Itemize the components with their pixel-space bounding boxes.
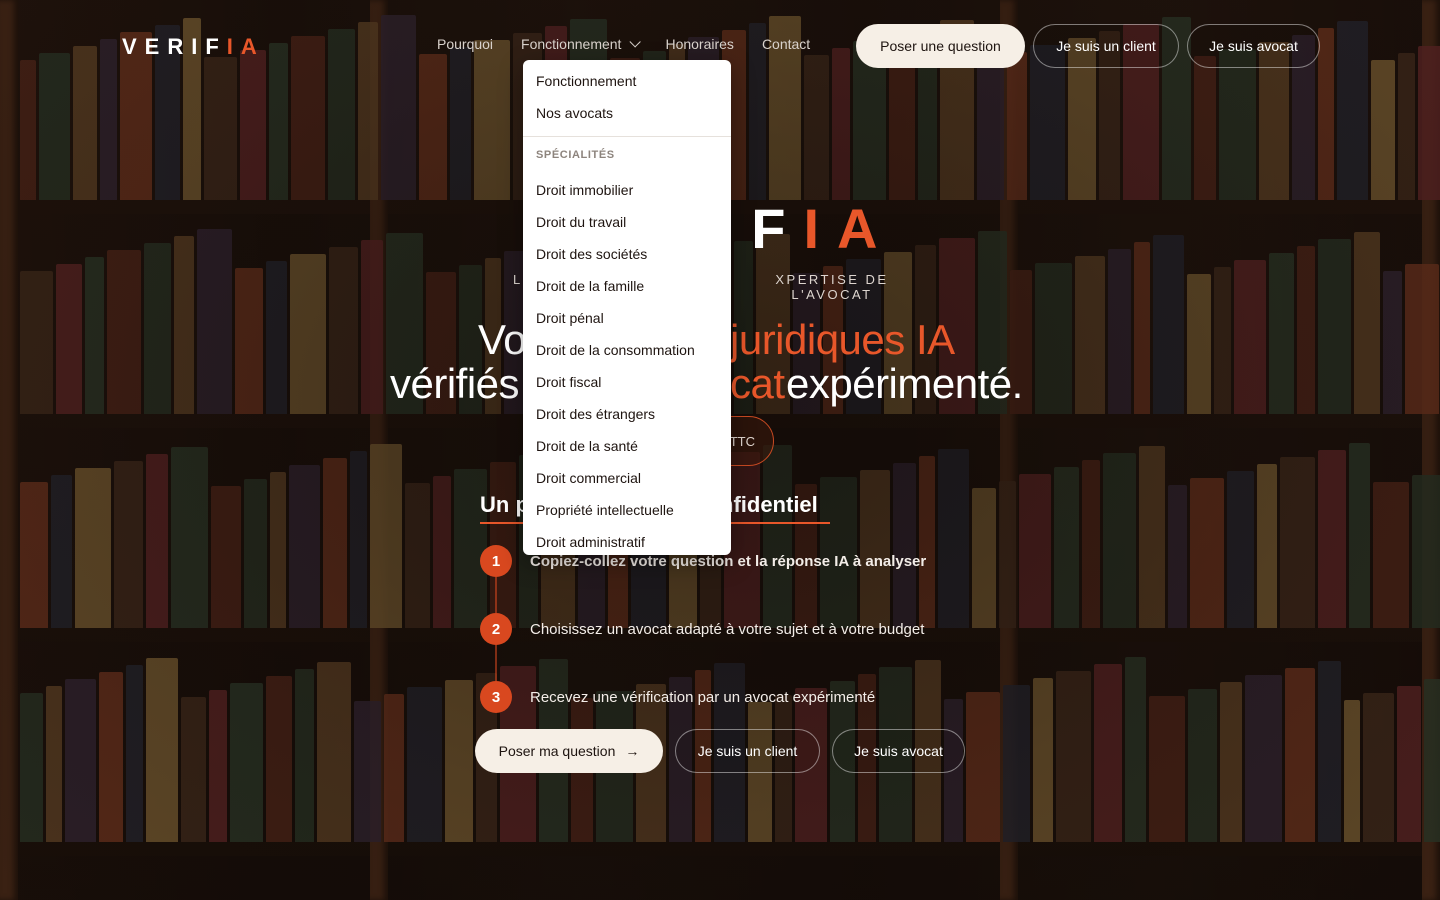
client-button[interactable]: Je suis un client bbox=[1033, 24, 1179, 68]
nav-fonctionnement-label: Fonctionnement bbox=[521, 36, 622, 52]
ask-my-question-label: Poser ma question bbox=[498, 743, 616, 759]
dropdown-divider bbox=[523, 136, 731, 137]
nav-fonctionnement[interactable]: Fonctionnement bbox=[521, 36, 642, 52]
step-number: 1 bbox=[480, 545, 512, 577]
dropdown-item-specialite[interactable]: Droit commercial bbox=[523, 465, 731, 497]
chevron-down-icon bbox=[629, 36, 642, 48]
dropdown-item-specialite[interactable]: Propriété intellectuelle bbox=[523, 497, 731, 529]
dropdown-item-nos-avocats[interactable]: Nos avocats bbox=[523, 100, 731, 132]
dropdown-item-specialite[interactable]: Droit immobilier bbox=[523, 177, 731, 209]
cta-lawyer-button[interactable]: Je suis avocat bbox=[832, 729, 965, 773]
ask-question-button[interactable]: Poser une question bbox=[856, 24, 1025, 68]
dropdown-item-fonctionnement[interactable]: Fonctionnement bbox=[523, 68, 731, 100]
logo[interactable]: VERIFIA bbox=[122, 34, 265, 60]
step-number: 2 bbox=[480, 613, 512, 645]
dropdown-item-specialite[interactable]: Droit des étrangers bbox=[523, 401, 731, 433]
dropdown-item-specialite[interactable]: Droit de la santé bbox=[523, 433, 731, 465]
dropdown-item-specialite[interactable]: Droit des sociétés bbox=[523, 241, 731, 273]
step-number: 3 bbox=[480, 681, 512, 713]
lawyer-button[interactable]: Je suis avocat bbox=[1187, 24, 1320, 68]
dropdown-item-specialite[interactable]: Droit de la famille bbox=[523, 273, 731, 305]
nav-honoraires[interactable]: Honoraires bbox=[665, 36, 733, 52]
dropdown-item-specialite[interactable]: Droit du travail bbox=[523, 209, 731, 241]
dropdown-item-specialite[interactable]: Droit fiscal bbox=[523, 369, 731, 401]
dropdown-item-specialite[interactable]: Droit de la consommation bbox=[523, 337, 731, 369]
cta-client-button[interactable]: Je suis un client bbox=[675, 729, 820, 773]
main-nav: Pourquoi Fonctionnement Honoraires Conta… bbox=[437, 36, 810, 52]
step-text: Recevez une vérification par un avocat e… bbox=[530, 688, 876, 706]
dropdown-item-specialite[interactable]: Droit pénal bbox=[523, 305, 731, 337]
specialites-list: Droit immobilier Droit du travail Droit de… bbox=[523, 177, 731, 561]
nav-pourquoi[interactable]: Pourquoi bbox=[437, 36, 493, 52]
dropdown-item-specialite[interactable]: Droit administratif bbox=[523, 529, 731, 561]
step-connector bbox=[495, 577, 497, 613]
arrow-right-icon: → bbox=[625, 743, 640, 759]
step-text: Choisissez un avocat adapté à votre suje… bbox=[530, 620, 925, 638]
step-3: 3 Recevez une vérification par un avocat… bbox=[480, 681, 875, 713]
step-connector bbox=[495, 645, 497, 681]
nav-contact[interactable]: Contact bbox=[762, 36, 810, 52]
fonctionnement-dropdown: Fonctionnement Nos avocats SPÉCIALITÉS D… bbox=[523, 60, 731, 555]
ask-my-question-button[interactable]: Poser ma question → bbox=[475, 729, 663, 773]
step-2: 2 Choisissez un avocat adapté à votre su… bbox=[480, 613, 924, 645]
dropdown-section-title: SPÉCIALITÉS bbox=[536, 149, 615, 161]
